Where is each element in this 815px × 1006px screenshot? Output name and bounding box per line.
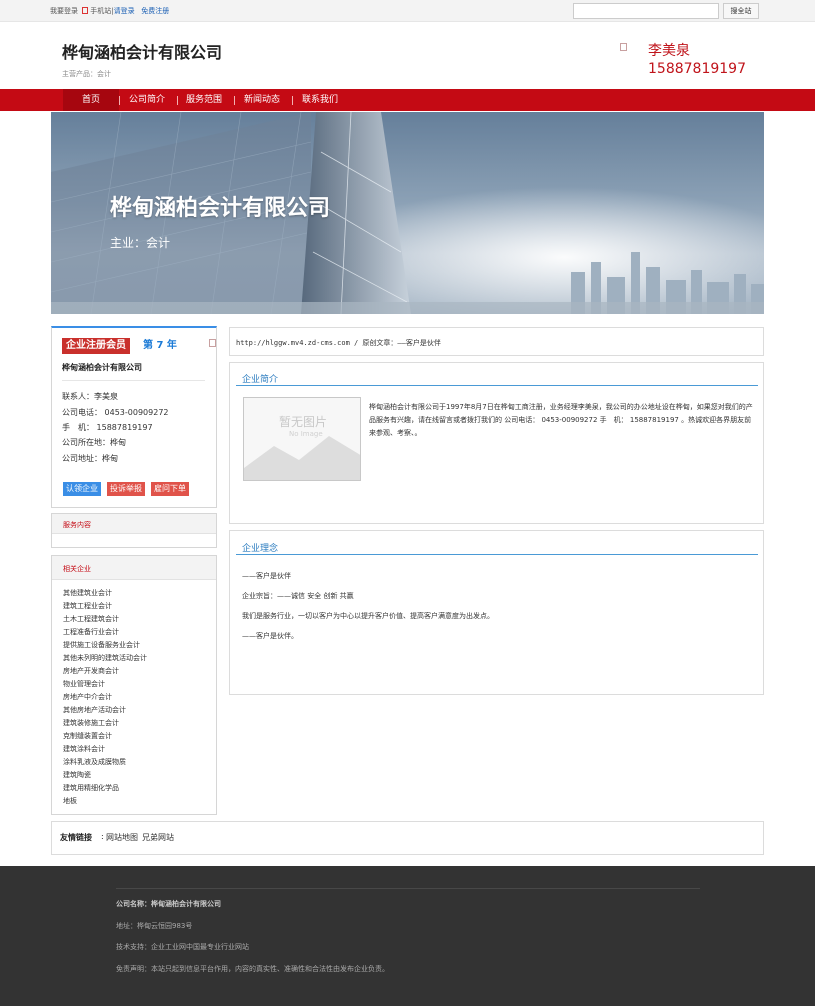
related-item[interactable]: 涂料乳液及成膜物质 — [63, 757, 126, 767]
contact-name: 李美泉 — [648, 43, 690, 59]
divider — [62, 380, 205, 381]
footer-disclaimer: 免责声明：本站只起到信息平台作用，内容的真实性、准确性和合法性由发布企业负责。 — [116, 965, 389, 973]
breadcrumb: http://hlggw.mv4.zd-cms.com / 原创文章：——客户是… — [236, 339, 441, 347]
top-links: 我要登录 手机站|请登录 免费注册 — [50, 7, 170, 15]
banner-title: 桦甸涵柏会计有限公司 — [110, 196, 331, 221]
friend-link-sitemap[interactable]: 网站地图 — [106, 832, 138, 843]
title-underline — [236, 554, 758, 555]
member-badge: 企业注册会员 — [62, 338, 130, 354]
friend-links-label: 友情链接 — [60, 833, 92, 842]
nav-divider — [119, 96, 120, 105]
related-panel-title: 相关企业 — [63, 565, 91, 573]
intro-title: 企业简介 — [242, 375, 279, 385]
related-item[interactable]: 物业管理会计 — [63, 679, 105, 689]
no-image-text: 暂无图片 — [279, 415, 328, 429]
related-item[interactable]: 建筑用精细化学品 — [63, 783, 119, 793]
footer-company: 公司名称：桦甸涵柏会计有限公司 — [116, 899, 221, 909]
company-title: 桦甸涵柏会计有限公司 — [62, 43, 223, 62]
footer-tech-support: 技术支持：企业工业网中国最专业行业网站 — [116, 943, 249, 951]
footer-divider — [116, 888, 700, 889]
related-item[interactable]: 地板 — [63, 796, 77, 806]
company-location: 公司所在地：桦甸 — [62, 438, 126, 447]
mobile-number: 手 机： 15887819197 — [62, 423, 153, 432]
related-item[interactable]: 提供施工设备服务业会计 — [63, 640, 140, 650]
contact-person: 联系人：李美泉 — [62, 392, 118, 401]
related-item[interactable]: 房地产中介会计 — [63, 692, 112, 702]
related-item[interactable]: 克制缝装置会计 — [63, 731, 112, 741]
no-image-placeholder — [243, 397, 361, 481]
nav-divider — [292, 96, 293, 105]
footer-company-name: 桦甸涵柏会计有限公司 — [151, 900, 221, 908]
no-image-subtext: No Image — [289, 430, 323, 438]
related-item[interactable]: 建筑涂料会计 — [63, 744, 105, 754]
friend-links-colon: : — [101, 832, 104, 841]
nav-divider — [177, 96, 178, 105]
mobile-site-link[interactable]: 手机站 — [90, 7, 111, 15]
service-panel-title: 服务内容 — [63, 521, 91, 529]
nav-divider — [234, 96, 235, 105]
footer-address: 地址：桦甸云恒园983号 — [116, 922, 193, 930]
footer — [0, 866, 815, 1006]
main-nav: 首页 公司简介 服务范围 新闻动态 联系我们 — [0, 89, 815, 111]
register-link[interactable]: 免费注册 — [141, 7, 169, 15]
related-item[interactable]: 建筑工程业会计 — [63, 601, 112, 611]
search-input[interactable] — [573, 3, 719, 19]
nav-news[interactable]: 新闻动态 — [244, 89, 280, 111]
contact-phone: 15887819197 — [648, 61, 746, 77]
claim-company-button[interactable]: 认领企业 — [63, 482, 101, 496]
login-prompt: 我要登录 — [50, 7, 78, 15]
member-years: 第 7 年 — [143, 340, 177, 351]
related-item[interactable]: 其他建筑业会计 — [63, 588, 112, 598]
mobile-icon — [82, 7, 89, 14]
philosophy-line: 我们是服务行业，一切以客户为中心以提升客户价值、提高客户满意度为出发点。 — [242, 612, 494, 620]
related-item[interactable]: 土木工程建筑会计 — [63, 614, 119, 624]
related-item[interactable]: 其他房地产活动会计 — [63, 705, 126, 715]
nav-services[interactable]: 服务范围 — [186, 89, 222, 111]
philosophy-line: 企业宗旨：——诚信 安全 创新 共赢 — [242, 592, 354, 600]
broken-image-icon — [620, 43, 627, 51]
philosophy-line: ——客户是伙伴。 — [242, 632, 298, 640]
nav-about[interactable]: 公司简介 — [129, 89, 165, 111]
related-item[interactable]: 工程准备行业会计 — [63, 627, 119, 637]
broken-image-icon — [209, 339, 216, 347]
related-item[interactable]: 其他未列明的建筑活动会计 — [63, 653, 147, 663]
login-link[interactable]: 请登录 — [114, 7, 135, 15]
search-button[interactable]: 搜全站 — [723, 3, 759, 19]
related-item[interactable]: 建筑装修施工会计 — [63, 718, 119, 728]
nav-contact[interactable]: 联系我们 — [302, 89, 338, 111]
company-phone: 公司电话： 0453-00909272 — [62, 408, 169, 417]
related-item[interactable]: 建筑陶瓷 — [63, 770, 91, 780]
report-button[interactable]: 投诉举报 — [107, 482, 145, 496]
philosophy-title: 企业理念 — [242, 544, 279, 554]
banner-subtitle: 主业：会计 — [110, 236, 171, 250]
footer-company-label: 公司名称： — [116, 900, 151, 908]
mountain-icon — [244, 436, 360, 480]
title-underline — [236, 385, 758, 386]
card-company-name: 桦甸涵柏会计有限公司 — [62, 363, 142, 372]
company-address: 公司地址：桦甸 — [62, 454, 118, 463]
main-product: 主营产品：会计 — [62, 70, 111, 78]
friend-link-sibling[interactable]: 兄弟网站 — [142, 832, 174, 843]
nav-home[interactable]: 首页 — [63, 89, 119, 111]
philosophy-line: ——客户是伙伴 — [242, 572, 291, 580]
related-item[interactable]: 房地产开发商会计 — [63, 666, 119, 676]
intro-text: 桦甸涵柏会计有限公司于1997年8月7日在桦甸工商注册，业务经理李美泉，我公司的… — [369, 403, 753, 437]
order-button[interactable]: 雇问下单 — [151, 482, 189, 496]
